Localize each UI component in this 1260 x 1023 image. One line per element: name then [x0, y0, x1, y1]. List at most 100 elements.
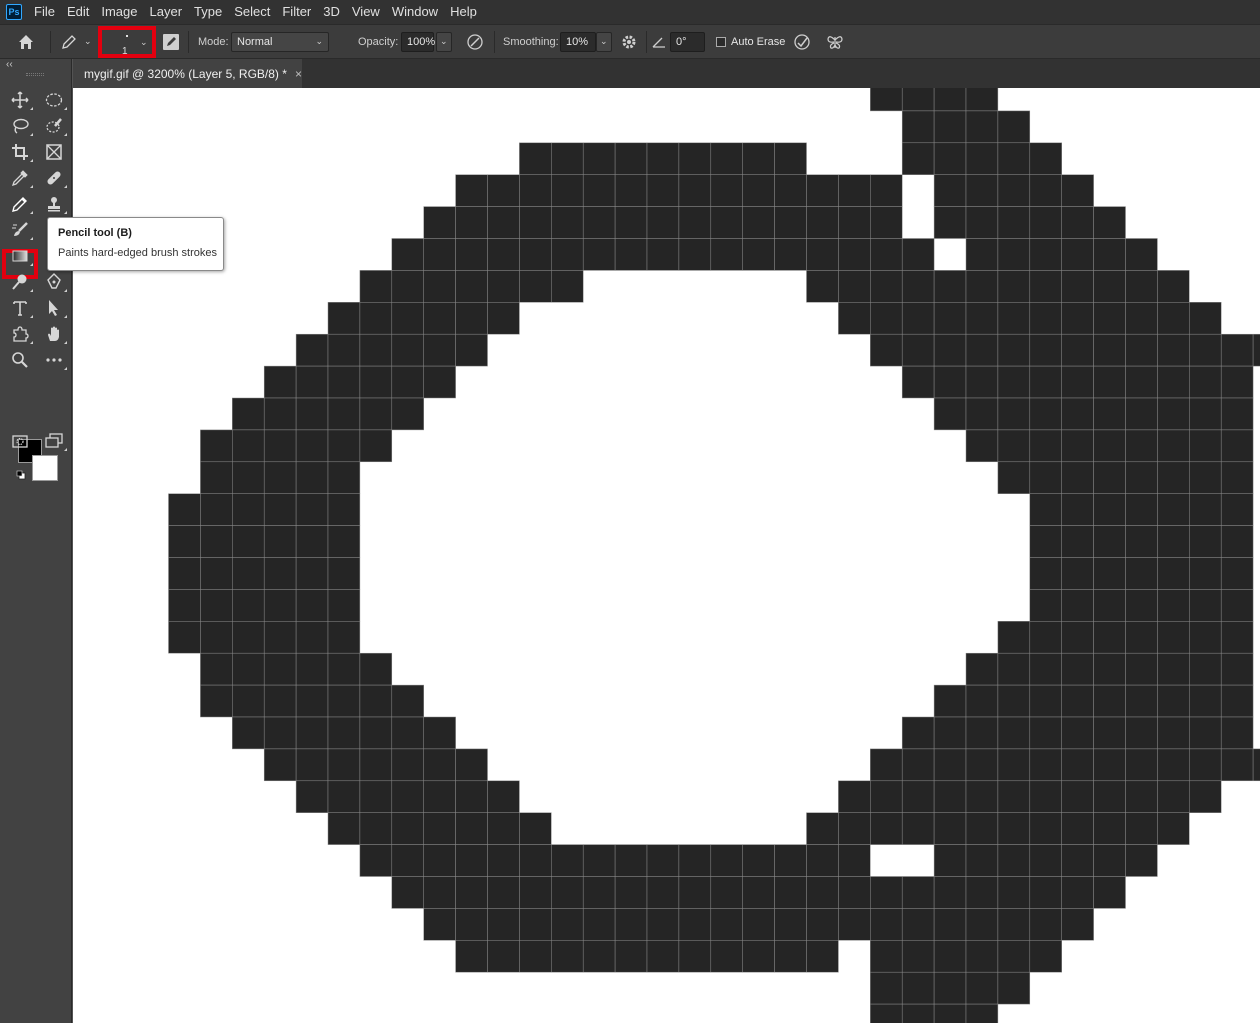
canvas-pixel: [901, 270, 935, 303]
canvas-pixel: [997, 940, 1031, 973]
dodge-tool[interactable]: [6, 270, 34, 294]
auto-erase-checkbox[interactable]: [716, 36, 726, 47]
opacity-input[interactable]: 100%: [401, 31, 435, 52]
mode-dropdown[interactable]: Normal ⌄: [231, 31, 329, 52]
brush-settings-toggle[interactable]: [162, 25, 180, 58]
background-color-swatch[interactable]: [32, 455, 58, 481]
mixer-brush-tool[interactable]: [6, 218, 34, 242]
menu-file[interactable]: File: [28, 0, 61, 24]
canvas-pixel: [614, 876, 648, 909]
gradient-tool[interactable]: [6, 244, 34, 268]
canvas-pixel: [901, 780, 935, 813]
menu-filter[interactable]: Filter: [276, 0, 317, 24]
quick-mask-button[interactable]: [6, 429, 34, 453]
custom-shape-tool[interactable]: [6, 322, 34, 346]
document-tab[interactable]: mygif.gif @ 3200% (Layer 5, RGB/8) * ×: [73, 59, 302, 88]
menu-type[interactable]: Type: [188, 0, 228, 24]
canvas-pixel: [997, 844, 1031, 877]
canvas-pixel: [965, 971, 999, 1005]
canvas-pixel: [997, 812, 1031, 845]
home-button[interactable]: [16, 25, 36, 58]
canvas-pixel: [646, 844, 680, 877]
menu-help[interactable]: Help: [444, 0, 483, 24]
crop-tool[interactable]: [6, 140, 34, 164]
canvas-pixel: [551, 206, 584, 239]
canvas-pixel: [582, 940, 616, 973]
canvas-pixel: [1061, 589, 1094, 622]
pencil-tool[interactable]: [6, 192, 34, 216]
opacity-slider-toggle[interactable]: ⌄: [436, 31, 452, 52]
clone-stamp-tool[interactable]: [40, 192, 68, 216]
canvas-pixel: [1157, 525, 1190, 558]
menu-edit[interactable]: Edit: [61, 0, 95, 24]
canvas-pixel: [870, 238, 903, 271]
pressure-size-toggle[interactable]: [793, 25, 811, 58]
smoothing-slider-toggle[interactable]: ⌄: [596, 31, 612, 52]
close-icon[interactable]: ×: [295, 67, 302, 81]
canvas-pixel: [1093, 429, 1126, 463]
canvas-pixel: [519, 142, 552, 175]
gradient-icon: [12, 250, 28, 262]
healing-brush-tool[interactable]: [40, 166, 68, 190]
canvas-pixel: [901, 142, 935, 175]
canvas-pixel: [1189, 621, 1222, 654]
default-colors-icon[interactable]: [16, 469, 26, 480]
quick-selection-tool[interactable]: [40, 114, 68, 138]
menu-select[interactable]: Select: [228, 0, 276, 24]
canvas-pixel: [1093, 621, 1126, 654]
canvas-pixel: [870, 302, 903, 335]
canvas-pixel: [901, 238, 935, 271]
frame-tool[interactable]: [40, 140, 68, 164]
zoom-tool[interactable]: [6, 348, 34, 372]
canvas-pixel: [870, 971, 903, 1005]
canvas-pixel: [200, 684, 233, 718]
edit-toolbar-button[interactable]: [40, 348, 68, 372]
type-tool[interactable]: [6, 296, 34, 320]
canvas-pixel: [997, 621, 1031, 654]
canvas-pixel: [1093, 397, 1126, 431]
menu-layer[interactable]: Layer: [144, 0, 189, 24]
brush-settings-icon: [163, 33, 179, 50]
canvas-pixel: [1061, 365, 1094, 399]
canvas-pixel: [487, 940, 520, 973]
smoothing-options-button[interactable]: [620, 25, 638, 58]
brush-preset-picker[interactable]: 1 ⌄: [98, 26, 156, 58]
canvas-pixel: [997, 142, 1031, 175]
pencil-preset-icon: [62, 34, 76, 49]
canvas-pixel: [806, 270, 839, 303]
menu-image[interactable]: Image: [95, 0, 143, 24]
move-tool[interactable]: [6, 88, 34, 112]
canvas-pixel: [870, 206, 903, 239]
document-canvas[interactable]: [73, 88, 1260, 1023]
angle-icon-wrap: [651, 25, 667, 58]
canvas-pixel: [646, 876, 680, 909]
menu-view[interactable]: View: [346, 0, 386, 24]
pen-tool[interactable]: [40, 270, 68, 294]
panel-grip[interactable]: [26, 73, 44, 76]
eyedropper-icon: [11, 170, 28, 187]
canvas-pixel: [391, 812, 424, 845]
lasso-tool[interactable]: [6, 114, 34, 138]
tool-options-bar: ⌄ 1 ⌄ Mode: Normal ⌄ Opacity: 100% ⌄ Smo…: [0, 24, 1260, 59]
pressure-opacity-toggle[interactable]: [466, 25, 484, 58]
hand-tool[interactable]: [40, 322, 68, 346]
eyedropper-tool[interactable]: [6, 166, 34, 190]
auto-erase-checkbox-wrap[interactable]: Auto Erase: [716, 25, 785, 58]
path-selection-tool[interactable]: [40, 296, 68, 320]
elliptical-marquee-tool[interactable]: [40, 88, 68, 112]
menu-window[interactable]: Window: [386, 0, 444, 24]
collapse-panel-button[interactable]: ‹‹: [6, 59, 13, 70]
menu-3d[interactable]: 3D: [317, 0, 346, 24]
canvas-pixel: [1093, 876, 1126, 909]
tool-preset-picker[interactable]: ⌄: [60, 25, 92, 58]
screen-mode-button[interactable]: [40, 429, 68, 453]
puzzle-shape-icon: [13, 326, 29, 342]
canvas-pixel: [997, 238, 1031, 271]
symmetry-button[interactable]: [826, 25, 844, 58]
smoothing-input[interactable]: 10%: [560, 31, 596, 52]
angle-input[interactable]: 0°: [670, 31, 705, 52]
canvas-pixel: [487, 780, 520, 813]
canvas-pixel: [997, 174, 1031, 207]
tooltip-title: Pencil tool (B): [58, 227, 132, 239]
canvas-pixel: [1061, 270, 1094, 303]
